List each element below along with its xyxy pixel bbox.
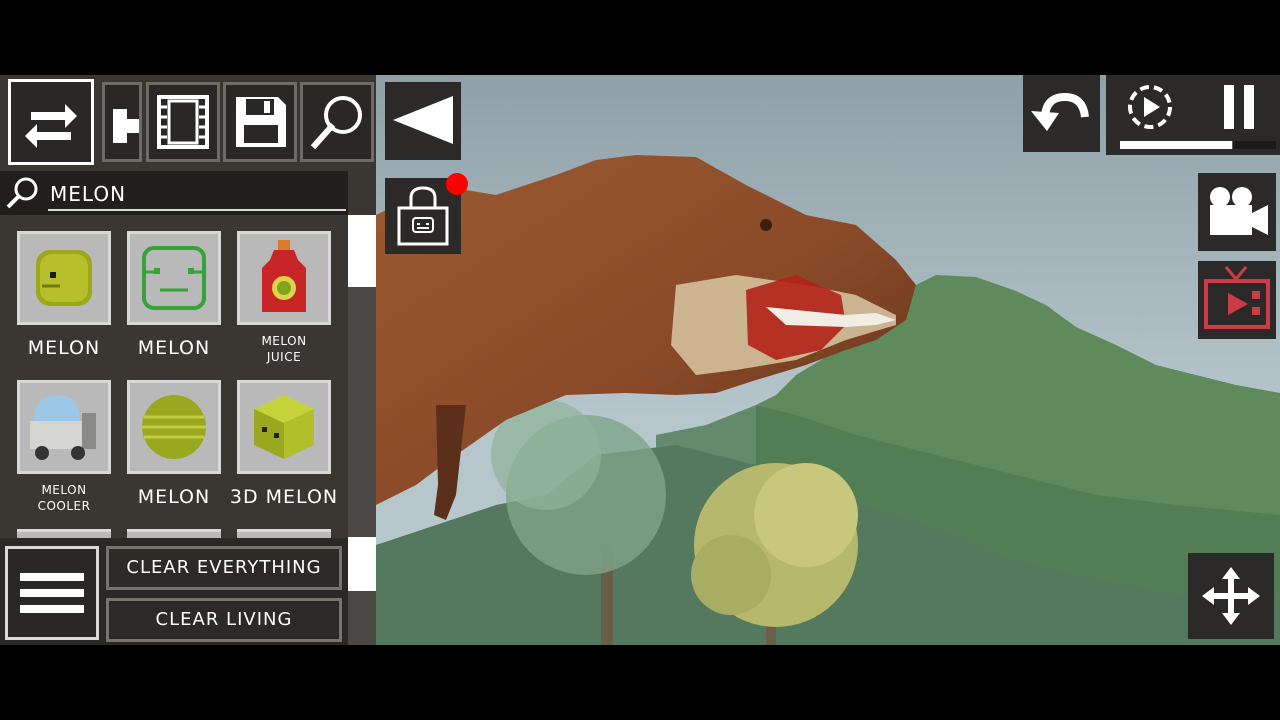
clear-everything-button[interactable]: CLEAR EVERYTHING (106, 546, 342, 590)
search-bar[interactable]: MELON (0, 171, 348, 215)
item-thumbnail (237, 231, 331, 325)
item-label: 3D MELON (229, 486, 339, 508)
cube-melon-icon (254, 395, 314, 459)
item-label: MELON (27, 337, 101, 359)
item-grid: MELON MELON MELON JUICE MELON COOLER MEL… (0, 218, 347, 538)
save-button[interactable] (223, 82, 297, 162)
move-arrows-icon (1202, 567, 1260, 625)
item-melon-cooler[interactable]: MELON COOLER (0, 367, 111, 513)
undo-button[interactable] (1023, 75, 1100, 152)
item-thumbnail (17, 231, 111, 325)
notification-dot (446, 173, 468, 195)
item-thumbnail (127, 231, 221, 325)
melon-outline-icon (142, 246, 206, 310)
clear-living-button[interactable]: CLEAR LIVING (106, 598, 342, 642)
swap-arrows-icon (25, 104, 77, 148)
spawn-panel: MELON MELON MELON MELON JUICE MELON COOL… (0, 75, 376, 645)
scrollbar-thumb[interactable] (348, 215, 376, 287)
slow-motion-icon[interactable] (1116, 75, 1186, 141)
item-thumbnail (127, 380, 221, 474)
time-controls (1106, 75, 1280, 155)
search-toggle-button[interactable] (300, 82, 374, 162)
plus-icon (113, 109, 139, 143)
floppy-disk-icon (236, 97, 286, 147)
move-camera-button[interactable] (1188, 553, 1274, 639)
item-melon[interactable]: MELON (0, 218, 111, 359)
bottom-bar: CLEAR EVERYTHING CLEAR LIVING (0, 538, 348, 645)
thumbnail-partial (127, 529, 221, 538)
item-label: MELON (137, 486, 211, 508)
search-icon (2, 173, 42, 213)
video-camera-icon (1210, 187, 1268, 235)
game-viewport[interactable]: MELON MELON MELON MELON JUICE MELON COOL… (0, 75, 1280, 645)
film-icon (157, 95, 209, 149)
undo-arrow-icon (1031, 92, 1089, 131)
item-label: MELON (137, 337, 211, 359)
film-strip-button[interactable] (146, 82, 220, 162)
thumbnail-partial (17, 529, 111, 538)
time-scale-slider[interactable] (1120, 141, 1276, 149)
item-thumbnail (17, 380, 111, 474)
search-underline (48, 209, 346, 211)
pause-icon[interactable] (1210, 75, 1270, 141)
category-tab-partial[interactable] (102, 82, 142, 162)
melon-face-icon (36, 250, 92, 306)
menu-button[interactable] (5, 546, 99, 640)
round-melon-icon (142, 395, 206, 459)
tv-record-icon (1204, 266, 1270, 329)
time-scale-fill (1120, 141, 1233, 149)
camera-button[interactable] (1198, 173, 1276, 251)
collapse-panel-button[interactable] (385, 82, 461, 160)
item-thumbnail (237, 380, 331, 474)
triangle-left-icon (393, 96, 453, 144)
item-melon-juice[interactable]: MELON JUICE (220, 218, 331, 364)
item-3d-melon[interactable]: 3D MELON (220, 367, 337, 508)
swap-category-button[interactable] (8, 79, 94, 165)
item-label: MELON COOLER (37, 483, 91, 513)
juice-bottle-icon (262, 240, 306, 312)
hamburger-icon (20, 573, 84, 613)
scrollbar-lower-block (348, 537, 376, 591)
magnifier-icon (310, 96, 362, 150)
tv-button[interactable] (1198, 261, 1276, 339)
item-scrollbar[interactable] (348, 215, 376, 645)
cooler-machine-icon (30, 395, 96, 460)
sandbox-scene[interactable] (376, 75, 1280, 645)
item-label: MELON JUICE (261, 334, 307, 364)
item-melon-round[interactable]: MELON (110, 367, 221, 508)
item-melon-outline[interactable]: MELON (110, 218, 221, 359)
thumbnail-partial (237, 529, 331, 538)
